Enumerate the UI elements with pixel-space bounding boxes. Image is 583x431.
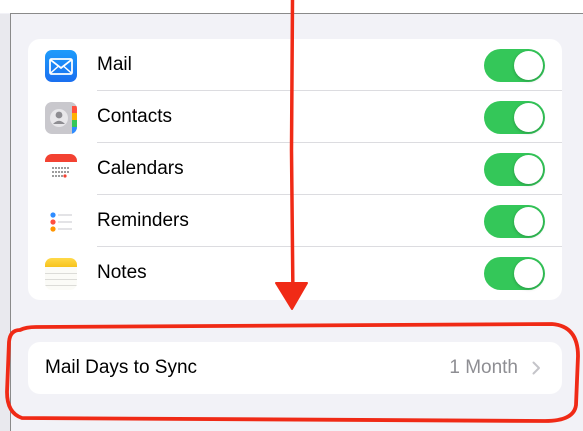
calendars-toggle[interactable] [484, 153, 545, 186]
toggle-knob [514, 155, 543, 184]
chevron-right-icon [532, 361, 540, 375]
mail-days-to-sync-value: 1 Month [449, 357, 518, 378]
contacts-icon [45, 102, 77, 134]
app-row-notes: Notes [28, 247, 562, 299]
notes-toggle[interactable] [484, 257, 545, 290]
mail-icon [45, 50, 77, 82]
reminders-toggle[interactable] [484, 205, 545, 238]
app-label-reminders: Reminders [97, 210, 189, 231]
screen: Mail Contacts Calendars Reminders Notes … [0, 0, 583, 431]
account-apps-group: Mail Contacts Calendars Reminders Notes [28, 39, 562, 300]
mail-days-to-sync-row[interactable]: Mail Days to Sync 1 Month [28, 342, 562, 394]
app-row-calendars: Calendars [28, 143, 562, 195]
toggle-knob [514, 207, 543, 236]
toggle-knob [514, 51, 543, 80]
app-label-notes: Notes [97, 262, 147, 283]
top-band [0, 0, 583, 13]
app-label-calendars: Calendars [97, 158, 184, 179]
app-row-reminders: Reminders [28, 195, 562, 247]
calendar-icon [45, 154, 77, 186]
mail-days-to-sync-label: Mail Days to Sync [45, 357, 198, 378]
contacts-toggle[interactable] [484, 101, 545, 134]
panel-top-edge [10, 13, 583, 14]
notes-icon [45, 258, 77, 290]
mail-toggle[interactable] [484, 49, 545, 82]
app-label-contacts: Contacts [97, 106, 172, 127]
mail-days-sync-group: Mail Days to Sync 1 Month [28, 342, 562, 394]
app-row-contacts: Contacts [28, 91, 562, 143]
app-label-mail: Mail [97, 54, 132, 75]
reminders-icon [45, 206, 77, 238]
app-row-mail: Mail [28, 39, 562, 91]
panel-left-edge [0, 14, 11, 431]
toggle-knob [514, 103, 543, 132]
toggle-knob [514, 259, 543, 288]
